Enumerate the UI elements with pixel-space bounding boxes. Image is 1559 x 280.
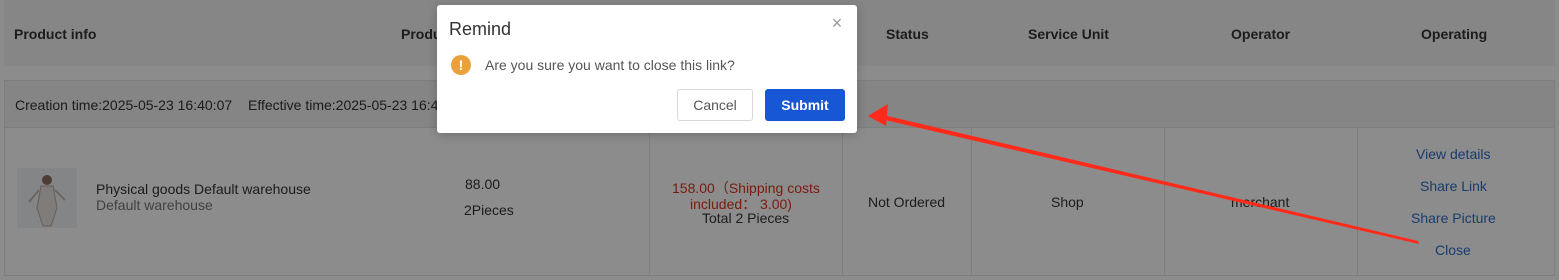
warning-icon: ! <box>451 55 471 75</box>
remind-dialog: Remind × ! Are you sure you want to clos… <box>437 5 857 133</box>
submit-button[interactable]: Submit <box>765 89 845 121</box>
dialog-title: Remind <box>449 19 512 39</box>
cancel-button[interactable]: Cancel <box>677 89 753 121</box>
dialog-message: Are you sure you want to close this link… <box>485 57 735 73</box>
close-icon[interactable]: × <box>829 14 845 32</box>
